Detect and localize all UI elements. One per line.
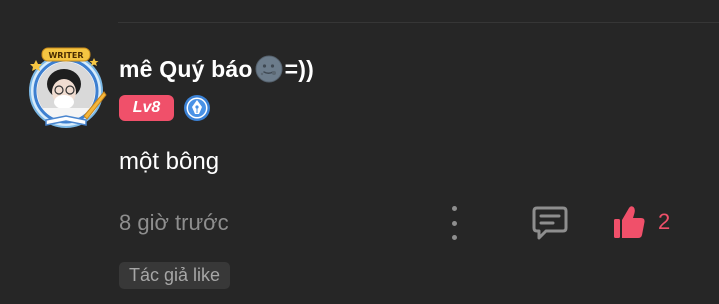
pen-nib-badge-icon bbox=[184, 95, 210, 121]
timestamp: 8 giờ trước bbox=[119, 210, 229, 235]
avatar[interactable]: WRITER bbox=[24, 46, 108, 128]
more-vertical-icon bbox=[451, 206, 457, 211]
username[interactable]: mê Quý báo =)) bbox=[119, 54, 314, 84]
divider bbox=[118, 22, 719, 23]
username-prefix: mê Quý báo bbox=[119, 55, 253, 82]
more-options-button[interactable] bbox=[444, 206, 464, 240]
like-count: 2 bbox=[658, 209, 671, 234]
comment-text: một bông bbox=[119, 148, 220, 175]
reply-button[interactable] bbox=[531, 205, 569, 241]
level-badge: Lv8 bbox=[119, 95, 174, 121]
username-suffix: =)) bbox=[284, 55, 315, 82]
thumbs-up-icon bbox=[614, 206, 645, 238]
author-liked-badge: Tác giả like bbox=[119, 262, 231, 289]
like-button[interactable]: 2 bbox=[612, 202, 670, 242]
avatar-icon: WRITER bbox=[29, 47, 107, 128]
avatar-frame-text: WRITER bbox=[48, 51, 83, 60]
new-moon-face-icon bbox=[255, 55, 283, 83]
comment-icon bbox=[532, 206, 568, 240]
